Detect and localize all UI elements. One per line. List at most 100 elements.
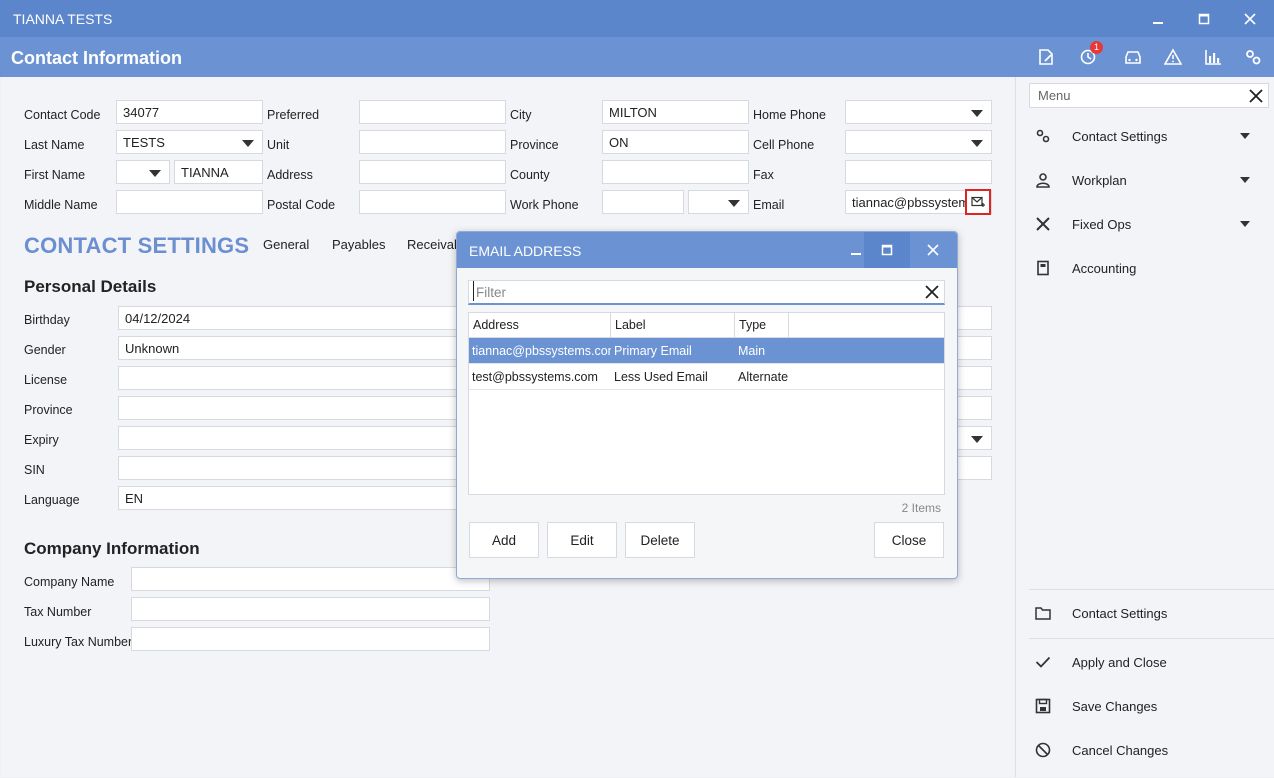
tab-receivables[interactable]: Receivab (407, 237, 461, 252)
clear-icon (925, 285, 939, 299)
table-row[interactable]: tiannac@pbssystems.com Primary Email Mai… (469, 338, 944, 364)
fax-field[interactable] (845, 160, 992, 184)
last-name-field[interactable]: TESTS (116, 130, 263, 154)
close-window-button[interactable] (1227, 0, 1273, 37)
right-field-1[interactable] (955, 306, 992, 330)
minimize-button[interactable] (1135, 0, 1181, 37)
add-button[interactable]: Add (469, 522, 539, 558)
birthday-field[interactable]: 04/12/2024 (118, 306, 458, 330)
chevron-down-icon (1240, 133, 1250, 139)
right-field-6[interactable] (955, 456, 992, 480)
edit-doc-button[interactable] (1033, 45, 1059, 69)
chevron-down-icon (971, 110, 983, 117)
vehicle-button[interactable] (1120, 45, 1146, 69)
preferred-field[interactable] (359, 100, 506, 124)
folder-icon (1028, 606, 1058, 620)
postal-code-field[interactable] (359, 190, 506, 214)
history-button[interactable]: 1 (1075, 41, 1103, 69)
sidebar-item-label: Fixed Ops (1072, 216, 1132, 232)
postal-code-label: Postal Code (267, 198, 336, 212)
maximize-button[interactable] (1181, 0, 1227, 37)
middle-name-field[interactable] (116, 190, 263, 214)
county-field[interactable] (602, 160, 749, 184)
chevron-down-icon (728, 200, 740, 207)
window-title: TIANNA TESTS (13, 11, 113, 27)
chevron-down-icon (971, 140, 983, 147)
company-info-title: Company Information (24, 539, 200, 558)
dialog-maximize-button[interactable] (864, 232, 910, 268)
province-label: Province (510, 138, 559, 152)
close-button[interactable]: Close (874, 522, 944, 558)
sin-field[interactable] (118, 456, 458, 480)
apply-and-close-button[interactable]: Apply and Close (1028, 640, 1268, 684)
luxury-tax-label: Luxury Tax Number (24, 635, 133, 649)
company-name-field[interactable] (131, 567, 490, 591)
delete-button[interactable]: Delete (625, 522, 695, 558)
menu-search-placeholder: Menu (1038, 88, 1071, 103)
sidebar-item-label: Cancel Changes (1072, 742, 1169, 758)
gender-select[interactable]: Unknown (118, 336, 458, 360)
divider (1029, 638, 1274, 639)
person-icon (1028, 172, 1058, 188)
warning-button[interactable] (1160, 45, 1186, 69)
email-list-button[interactable] (965, 189, 991, 215)
row-type: Alternate (738, 369, 789, 384)
tab-general[interactable]: General (263, 237, 309, 252)
settings-button[interactable] (1240, 45, 1266, 69)
right-select-5[interactable] (955, 426, 992, 450)
dialog-header: EMAIL ADDRESS (457, 232, 957, 268)
edit-button[interactable]: Edit (547, 522, 617, 558)
save-changes-button[interactable]: Save Changes (1028, 684, 1268, 728)
expiry-field[interactable] (118, 426, 458, 450)
column-header-label[interactable]: Label (611, 313, 735, 337)
contact-code-label: Contact Code (24, 108, 101, 122)
reports-button[interactable] (1200, 45, 1226, 69)
right-field-4[interactable] (955, 396, 992, 420)
salutation-select[interactable] (116, 160, 170, 184)
row-type: Main (738, 343, 766, 358)
first-name-field[interactable]: TIANNA (174, 160, 263, 184)
dialog-close-button[interactable] (910, 232, 956, 268)
right-field-2[interactable] (955, 336, 992, 360)
column-header-address[interactable]: Address (469, 313, 611, 337)
sidebar-item-fixed-ops[interactable]: Fixed Ops (1028, 202, 1268, 246)
unit-field[interactable] (359, 130, 506, 154)
tab-payables[interactable]: Payables (332, 237, 385, 252)
window-titlebar: TIANNA TESTS (0, 0, 1274, 37)
luxury-tax-field[interactable] (131, 627, 490, 651)
sidebar-item-accounting[interactable]: Accounting (1028, 246, 1268, 290)
right-field-3[interactable] (955, 366, 992, 390)
check-icon (1028, 655, 1058, 669)
city-field[interactable]: MILTON (602, 100, 749, 124)
maximize-icon (1198, 13, 1210, 24)
sidebar-item-label: Contact Settings (1072, 605, 1168, 621)
license-province-field[interactable] (118, 396, 458, 420)
fax-label: Fax (753, 168, 774, 182)
sidebar-item-workplan[interactable]: Workplan (1028, 158, 1268, 202)
work-phone-type-select[interactable] (688, 190, 749, 214)
language-select[interactable]: EN (118, 486, 458, 510)
tax-number-field[interactable] (131, 597, 490, 621)
expiry-label: Expiry (24, 433, 59, 447)
cancel-changes-button[interactable]: Cancel Changes (1028, 728, 1268, 772)
work-phone-field[interactable] (602, 190, 684, 214)
sidebar-menu: Menu Contact Settings Workplan Fixed Ops… (1015, 77, 1274, 777)
contact-code-field[interactable]: 34077 (116, 100, 263, 124)
sidebar-item-contact-settings[interactable]: Contact Settings (1028, 114, 1268, 158)
license-field[interactable] (118, 366, 458, 390)
divider (1029, 589, 1274, 590)
chevron-down-icon (1240, 221, 1250, 227)
menu-search[interactable]: Menu (1029, 83, 1269, 108)
cell-phone-select[interactable] (845, 130, 992, 154)
address-field[interactable] (359, 160, 506, 184)
sidebar-item-contact-settings-folder[interactable]: Contact Settings (1028, 591, 1268, 635)
home-phone-select[interactable] (845, 100, 992, 124)
filter-input[interactable]: Filter (468, 280, 945, 305)
province-field[interactable]: ON (602, 130, 749, 154)
company-name-label: Company Name (24, 575, 115, 589)
home-phone-label: Home Phone (753, 108, 826, 122)
close-icon (927, 244, 939, 256)
column-header-type[interactable]: Type (735, 313, 789, 337)
table-row[interactable]: test@pbssystems.com Less Used Email Alte… (469, 364, 944, 390)
county-label: County (510, 168, 550, 182)
